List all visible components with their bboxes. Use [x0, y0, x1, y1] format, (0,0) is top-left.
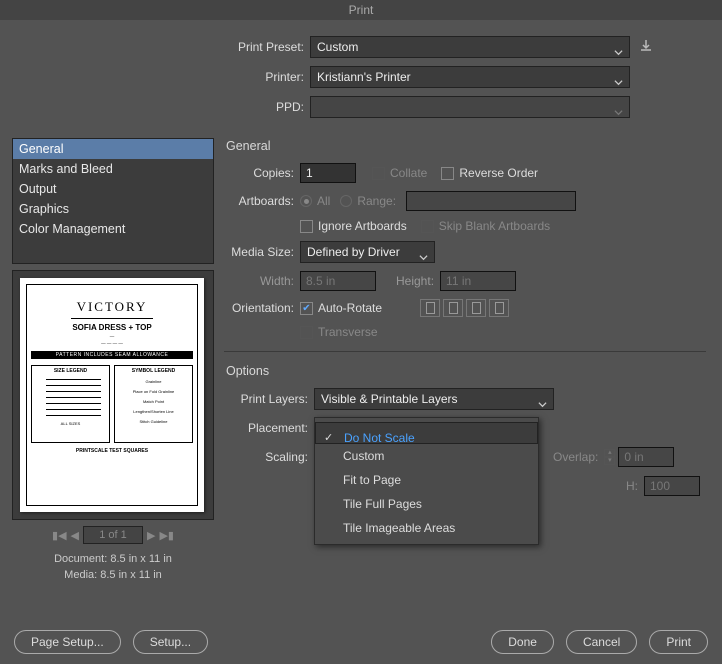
printer-label: Printer:: [0, 70, 310, 84]
media-size-label: Media Size:: [224, 245, 300, 259]
general-heading: General: [226, 139, 710, 153]
width-input: [300, 271, 376, 291]
preview-panel: VICTORY SOFIA DRESS + TOP — — — — — PATT…: [12, 270, 214, 520]
options-heading: Options: [226, 364, 710, 378]
scaling-dropdown[interactable]: ✓Do Not Scale Custom Fit to Page Tile Fu…: [314, 417, 539, 545]
first-page-icon[interactable]: ▮◀: [52, 529, 67, 542]
ppd-select: [310, 96, 630, 118]
artboards-all-radio: All: [300, 194, 330, 208]
print-preset-label: Print Preset:: [0, 40, 310, 54]
width-label: Width:: [224, 274, 300, 288]
setup-button[interactable]: Setup...: [133, 630, 208, 654]
artboards-range-radio: Range:: [340, 194, 396, 208]
save-preset-icon[interactable]: [638, 39, 654, 56]
overlap-input: [618, 447, 674, 467]
preview-brand: VICTORY: [31, 299, 193, 315]
last-page-icon[interactable]: ▶▮: [159, 529, 174, 542]
category-item-general[interactable]: General: [13, 139, 213, 159]
preview-page: VICTORY SOFIA DRESS + TOP — — — — — PATT…: [20, 278, 204, 512]
page-indicator: 1 of 1: [83, 526, 143, 544]
height-label: Height:: [396, 274, 434, 288]
chevron-down-icon: [614, 43, 623, 63]
artboards-range-input: [406, 191, 576, 211]
print-layers-select[interactable]: Visible & Printable Layers: [314, 388, 554, 410]
print-layers-label: Print Layers:: [224, 392, 314, 406]
auto-rotate-checkbox[interactable]: ✔Auto-Rotate: [300, 301, 382, 315]
media-size-select[interactable]: Defined by Driver: [300, 241, 435, 263]
category-item-graphics[interactable]: Graphics: [13, 199, 213, 219]
collate-checkbox: Collate: [372, 166, 427, 180]
preview-sub: SOFIA DRESS + TOP: [31, 323, 193, 332]
scaling-option[interactable]: ✓Do Not Scale: [315, 422, 538, 444]
skip-blank-checkbox: Skip Blank Artboards: [421, 219, 550, 233]
orientation-label: Orientation:: [224, 301, 300, 315]
portrait-icon[interactable]: [420, 299, 440, 317]
transverse-checkbox: Transverse: [300, 325, 378, 339]
preview-band: PATTERN INCLUDES SEAM ALLOWANCE: [31, 351, 193, 359]
printer-value: Kristiann's Printer: [317, 70, 411, 84]
copies-input[interactable]: [300, 163, 356, 183]
height-input: [440, 271, 516, 291]
chevron-down-icon: [614, 103, 623, 123]
next-page-icon[interactable]: ▶: [147, 529, 155, 542]
scaling-option[interactable]: Custom: [315, 444, 538, 468]
footer: Page Setup... Setup... Done Cancel Print: [0, 630, 722, 654]
printer-select[interactable]: Kristiann's Printer: [310, 66, 630, 88]
scaling-label: Scaling:: [224, 450, 314, 464]
done-button[interactable]: Done: [491, 630, 554, 654]
overlap-stepper: ▴▾: [604, 449, 615, 465]
document-meta: Document: 8.5 in x 11 in Media: 8.5 in x…: [12, 552, 214, 584]
category-item-output[interactable]: Output: [13, 179, 213, 199]
category-item-color[interactable]: Color Management: [13, 219, 213, 239]
placement-label: Placement:: [224, 421, 314, 435]
orientation-icons: [420, 299, 509, 317]
h-input: [644, 476, 700, 496]
chevron-down-icon: [419, 248, 428, 268]
window-title: Print: [0, 0, 722, 20]
ppd-label: PPD:: [0, 100, 310, 114]
category-list[interactable]: General Marks and Bleed Output Graphics …: [12, 138, 214, 264]
landscape-rev-icon[interactable]: [489, 299, 509, 317]
print-button[interactable]: Print: [649, 630, 708, 654]
landscape-icon[interactable]: [443, 299, 463, 317]
page-setup-button[interactable]: Page Setup...: [14, 630, 121, 654]
ignore-artboards-checkbox[interactable]: Ignore Artboards: [300, 219, 407, 233]
category-item-marks[interactable]: Marks and Bleed: [13, 159, 213, 179]
print-preset-select[interactable]: Custom: [310, 36, 630, 58]
h-label: H:: [626, 479, 638, 493]
reverse-checkbox[interactable]: Reverse Order: [441, 166, 538, 180]
top-panel: Print Preset: Custom Printer: Kristiann'…: [0, 20, 722, 138]
chevron-down-icon: [614, 73, 623, 93]
cancel-button[interactable]: Cancel: [566, 630, 637, 654]
overlap-label: Overlap:: [553, 450, 598, 464]
prev-page-icon[interactable]: ◀: [71, 529, 79, 542]
artboards-label: Artboards:: [224, 194, 300, 208]
scaling-option[interactable]: Tile Full Pages: [315, 492, 538, 516]
chevron-down-icon: [538, 395, 547, 415]
copies-label: Copies:: [224, 166, 300, 180]
scaling-option[interactable]: Fit to Page: [315, 468, 538, 492]
print-preset-value: Custom: [317, 40, 358, 54]
portrait-rev-icon[interactable]: [466, 299, 486, 317]
pager: ▮◀ ◀ 1 of 1 ▶ ▶▮: [12, 526, 214, 544]
scaling-option[interactable]: Tile Imageable Areas: [315, 516, 538, 540]
